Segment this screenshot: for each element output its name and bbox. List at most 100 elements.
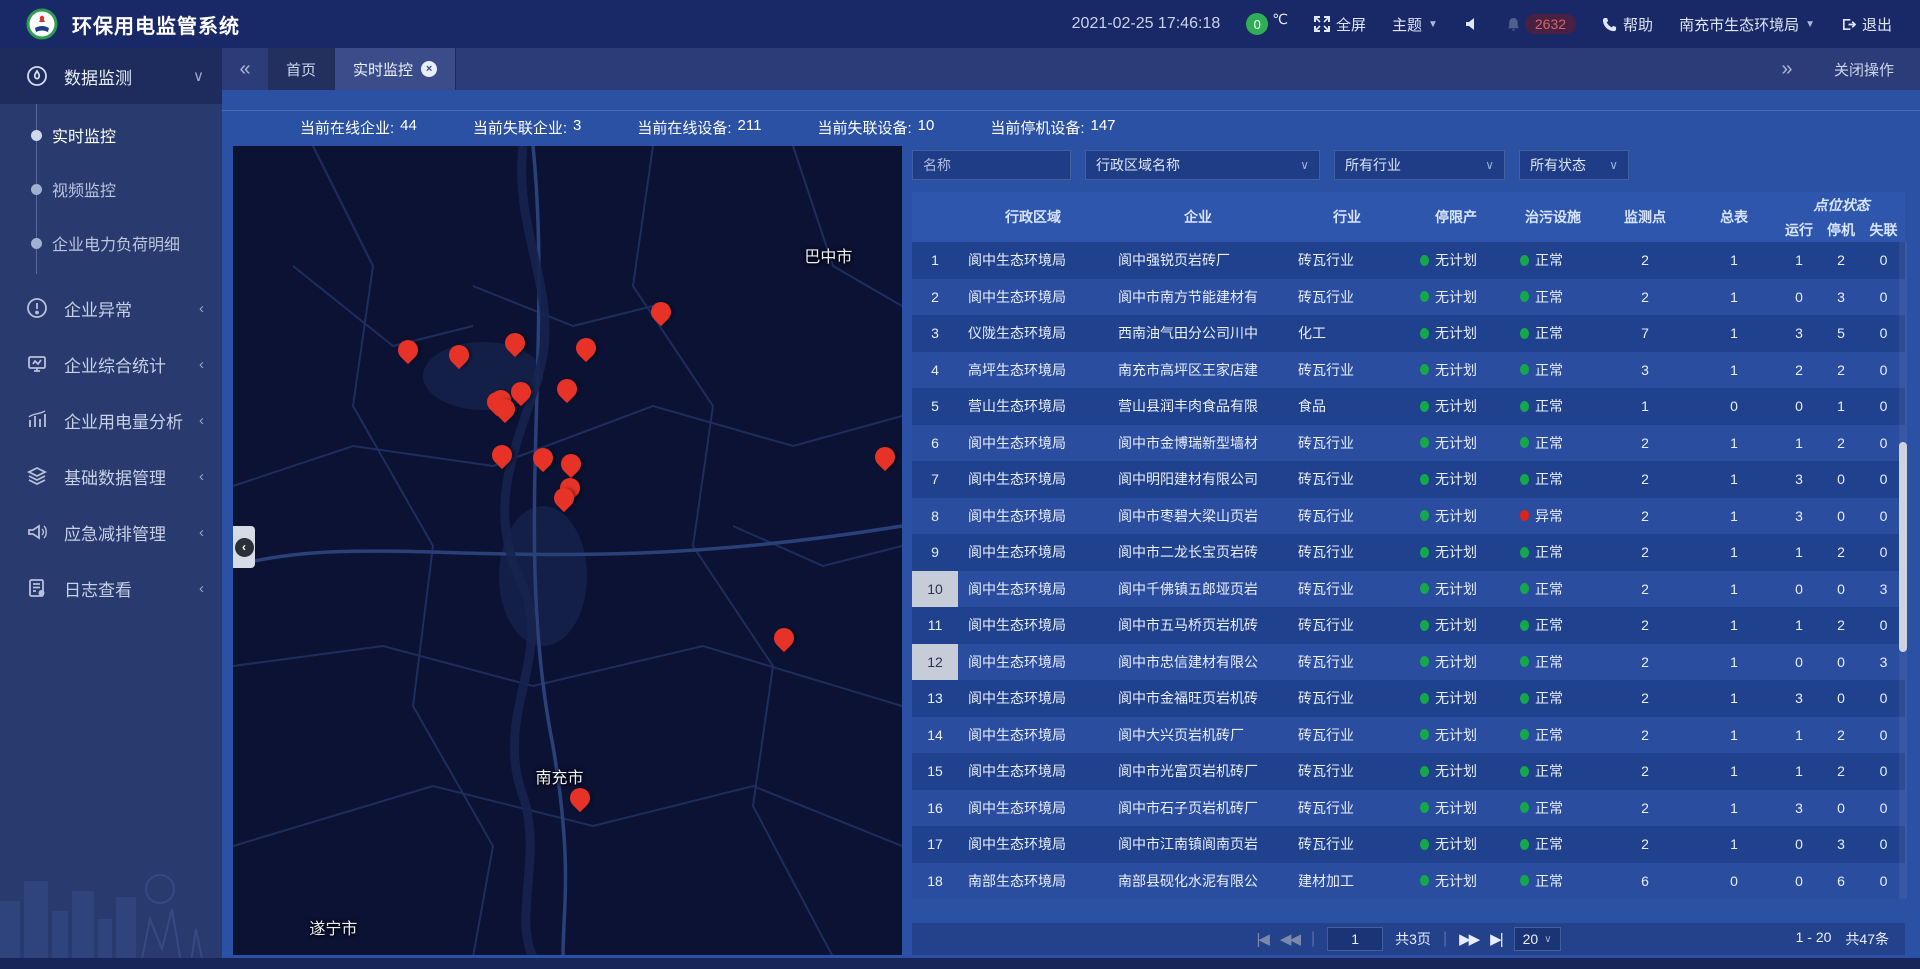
- cell-stop-status: 无计划: [1406, 871, 1506, 891]
- status-filter-value: 所有状态: [1530, 155, 1586, 175]
- sidebar-subitem-实时监控[interactable]: 实时监控: [0, 108, 222, 162]
- page-number-input[interactable]: [1327, 927, 1383, 951]
- map-panel-collapse-button[interactable]: ‹: [233, 526, 255, 568]
- stat-当前失联设备: 当前失联设备:10: [817, 117, 934, 138]
- divider: |: [1443, 930, 1447, 948]
- sidebar-item-企业异常[interactable]: 企业异常‹: [0, 280, 222, 336]
- chevron-left-icon: ‹: [199, 524, 204, 541]
- mute-button[interactable]: [1464, 16, 1480, 32]
- table-row[interactable]: 13阆中生态环境局阆中市金福旺页岩机砖砖瓦行业无计划正常21300: [912, 680, 1905, 717]
- table-row[interactable]: 18南部生态环境局南部县砚化水泥有限公建材加工无计划正常60060: [912, 863, 1905, 900]
- cell-company: 营山县润丰肉食品有限: [1108, 396, 1288, 416]
- stat-value: 44: [400, 117, 417, 138]
- stat-label: 当前停机设备:: [990, 117, 1084, 138]
- name-filter-input[interactable]: [912, 150, 1071, 180]
- table-row[interactable]: 3仪陇生态环境局西南油气田分公司川中化工无计划正常71350: [912, 315, 1905, 352]
- status-dot-icon: [1520, 510, 1529, 521]
- cell-meters: 0: [1690, 873, 1778, 889]
- tab-首页[interactable]: 首页: [268, 48, 335, 90]
- status-dot-icon: [1520, 620, 1529, 631]
- table-row[interactable]: 5营山生态环境局营山县润丰肉食品有限食品无计划正常10010: [912, 388, 1905, 425]
- cell-region: 阆中生态环境局: [958, 688, 1108, 708]
- user-dropdown[interactable]: 南充市生态环境局 ▼: [1679, 14, 1815, 35]
- cell-stopped: 3: [1820, 289, 1862, 305]
- stop-status-label: 无计划: [1435, 469, 1477, 489]
- sidebar-item-企业用电量分析[interactable]: 企业用电量分析‹: [0, 392, 222, 448]
- stop-status-label: 无计划: [1435, 287, 1477, 307]
- status-dot-icon: [1420, 583, 1429, 594]
- scrollbar-thumb[interactable]: [1899, 442, 1907, 652]
- table-row[interactable]: 14阆中生态环境局阆中大兴页岩机砖厂砖瓦行业无计划正常21120: [912, 717, 1905, 754]
- tab-实时监控[interactable]: 实时监控×: [335, 48, 456, 90]
- cell-company: 阆中市枣碧大梁山页岩: [1108, 506, 1288, 526]
- table-row[interactable]: 12阆中生态环境局阆中市忠信建材有限公砖瓦行业无计划正常21003: [912, 644, 1905, 681]
- sidebar-item-基础数据管理[interactable]: 基础数据管理‹: [0, 448, 222, 504]
- table-header: 行政区域 企业 行业 停限产 治污设施 监测点 总表 点位状态 运行 停机 失联: [912, 192, 1905, 242]
- city-label-遂宁市: 遂宁市: [309, 915, 357, 939]
- table-row[interactable]: 2阆中生态环境局阆中市南方节能建材有砖瓦行业无计划正常21030: [912, 279, 1905, 316]
- close-operations-button[interactable]: 关闭操作: [1834, 59, 1894, 80]
- notification-count-badge: 2632: [1525, 14, 1576, 34]
- cell-meters: 1: [1690, 763, 1778, 779]
- table-row[interactable]: 8阆中生态环境局阆中市枣碧大梁山页岩砖瓦行业无计划异常21300: [912, 498, 1905, 535]
- main-area: « 首页实时监控× » 关闭操作 当前在线企业:44当前失联企业:3当前在线设备…: [222, 48, 1920, 969]
- sidebar-subitem-企业电力负荷明细[interactable]: 企业电力负荷明细: [0, 216, 222, 270]
- table-row[interactable]: 16阆中生态环境局阆中市石子页岩机砖厂砖瓦行业无计划正常21300: [912, 790, 1905, 827]
- sidebar-item-数据监测[interactable]: 数据监测∨: [0, 48, 222, 104]
- cell-treatment-status: 正常: [1506, 834, 1600, 854]
- sidebar-item-日志查看[interactable]: 日志查看‹: [0, 560, 222, 616]
- chevron-left-icon: ‹: [199, 356, 204, 373]
- tabs-scroll-right-icon[interactable]: »: [1764, 58, 1810, 81]
- tabs-scroll-left-icon[interactable]: «: [222, 48, 268, 90]
- last-page-button[interactable]: ▶|: [1490, 930, 1501, 948]
- status-dot-icon: [1420, 839, 1429, 850]
- cell-treatment-status: 正常: [1506, 287, 1600, 307]
- cell-company: 阆中市石子页岩机砖厂: [1108, 798, 1288, 818]
- chevron-down-icon: ∨: [193, 67, 204, 85]
- industry-filter-select[interactable]: 所有行业 ∨: [1334, 150, 1505, 180]
- table-row[interactable]: 10阆中生态环境局阆中千佛镇五郎垭页岩砖瓦行业无计划正常21003: [912, 571, 1905, 608]
- help-button[interactable]: 帮助: [1602, 14, 1653, 35]
- layers-icon: [26, 465, 48, 487]
- table-row[interactable]: 15阆中生态环境局阆中市光富页岩机砖厂砖瓦行业无计划正常21120: [912, 753, 1905, 790]
- first-page-button[interactable]: |◀: [1256, 930, 1267, 948]
- stop-status-label: 无计划: [1435, 871, 1477, 891]
- cell-company: 阆中市金博瑞新型墙材: [1108, 433, 1288, 453]
- page-size-select[interactable]: 20 ∨: [1514, 927, 1561, 951]
- cell-stop-status: 无计划: [1406, 250, 1506, 270]
- table-row[interactable]: 6阆中生态环境局阆中市金博瑞新型墙材砖瓦行业无计划正常21120: [912, 425, 1905, 462]
- cell-company: 西南油气田分公司川中: [1108, 323, 1288, 343]
- theme-dropdown[interactable]: 主题 ▼: [1392, 14, 1438, 35]
- table-scrollbar[interactable]: [1899, 242, 1907, 899]
- region-filter-select[interactable]: 行政区域名称 ∨: [1085, 150, 1320, 180]
- log-icon: [26, 577, 48, 599]
- status-dot-icon: [1520, 364, 1529, 375]
- next-page-button[interactable]: ▶▶: [1459, 930, 1478, 948]
- notifications[interactable]: 2632: [1506, 14, 1576, 34]
- sidebar-subitem-视频监控[interactable]: 视频监控: [0, 162, 222, 216]
- stat-value: 10: [918, 117, 935, 138]
- table-row[interactable]: 9阆中生态环境局阆中市二龙长宝页岩砖砖瓦行业无计划正常21120: [912, 534, 1905, 571]
- treatment-status-label: 正常: [1535, 287, 1563, 307]
- table-row[interactable]: 7阆中生态环境局阆中明阳建材有限公司砖瓦行业无计划正常21300: [912, 461, 1905, 498]
- prev-page-button[interactable]: ◀◀: [1280, 930, 1299, 948]
- exit-button[interactable]: 退出: [1841, 14, 1892, 35]
- table-row[interactable]: 17阆中生态环境局阆中市江南镇阆南页岩砖瓦行业无计划正常21030: [912, 826, 1905, 863]
- cell-running: 3: [1778, 325, 1820, 341]
- cell-points: 2: [1600, 690, 1690, 706]
- sidebar-item-应急减排管理[interactable]: 应急减排管理‹: [0, 504, 222, 560]
- theme-label: 主题: [1392, 14, 1422, 35]
- table-row[interactable]: 11阆中生态环境局阆中市五马桥页岩机砖砖瓦行业无计划正常21120: [912, 607, 1905, 644]
- table-row[interactable]: 1阆中生态环境局阆中强锐页岩砖厂砖瓦行业无计划正常21120: [912, 242, 1905, 279]
- fullscreen-button[interactable]: 全屏: [1314, 14, 1366, 35]
- cell-running: 3: [1778, 508, 1820, 524]
- cell-meters: 1: [1690, 435, 1778, 451]
- cell-meters: 1: [1690, 471, 1778, 487]
- status-filter-select[interactable]: 所有状态 ∨: [1519, 150, 1629, 180]
- tab-close-icon[interactable]: ×: [421, 61, 437, 77]
- page-size-value: 20: [1523, 931, 1539, 947]
- sidebar-item-企业综合统计[interactable]: 企业综合统计‹: [0, 336, 222, 392]
- table-row[interactable]: 4高坪生态环境局南充市高坪区王家店建砖瓦行业无计划正常31220: [912, 352, 1905, 389]
- cell-index: 15: [912, 753, 958, 790]
- map[interactable]: ‹ 巴中市南充市遂宁市: [233, 146, 902, 955]
